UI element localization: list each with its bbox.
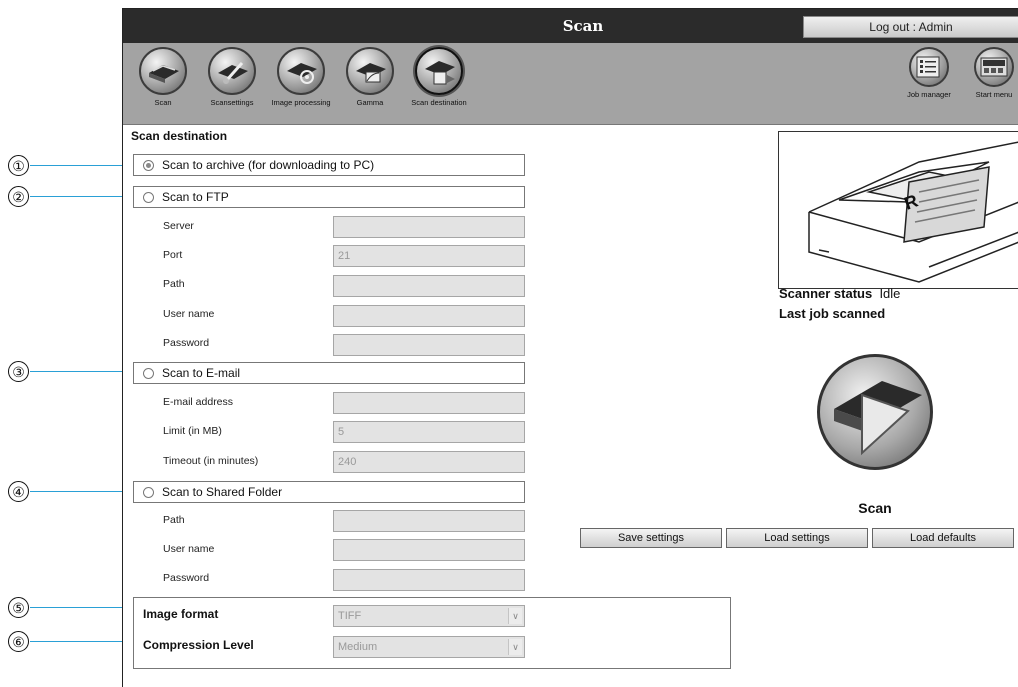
radio-shared-folder[interactable] — [143, 487, 154, 498]
callout-line — [30, 371, 134, 372]
toolbar-image-processing[interactable]: Image processing — [268, 47, 334, 107]
callout-1: ① — [0, 155, 134, 179]
shared-password-label: Password — [163, 572, 210, 584]
shared-password-field[interactable] — [333, 569, 525, 591]
title-bar: Scan Log out : Admin — [123, 9, 1018, 43]
chevron-down-icon: ∨ — [508, 608, 522, 624]
option-label: Scan to Shared Folder — [162, 485, 283, 499]
option-label: Scan to FTP — [162, 190, 229, 204]
email-limit-label: Limit (in MB) — [163, 425, 222, 437]
scanner-status-value: Idle — [879, 286, 901, 301]
email-timeout-label: Timeout (in minutes) — [163, 455, 259, 467]
toolbar-gamma[interactable]: Gamma — [337, 47, 403, 107]
ftp-server-field[interactable] — [333, 216, 525, 238]
callout-6: ⑥ — [0, 631, 134, 655]
chevron-down-icon: ∨ — [508, 639, 522, 655]
callout-3: ③ — [0, 361, 134, 385]
toolbar-scansettings[interactable]: Scansettings — [199, 47, 265, 107]
radio-archive[interactable] — [143, 160, 154, 171]
option-scan-to-archive[interactable]: Scan to archive (for downloading to PC) — [133, 154, 525, 176]
scan-destination-icon — [415, 47, 463, 95]
callout-line — [30, 491, 134, 492]
toolbar-start-menu[interactable]: Start menu — [961, 47, 1018, 99]
email-address-field[interactable] — [333, 392, 525, 414]
scan-button[interactable] — [817, 354, 933, 470]
scanner-status: Scanner status Idle — [779, 286, 900, 301]
ftp-username-label: User name — [163, 308, 215, 320]
shared-username-label: User name — [163, 543, 215, 555]
option-label: Scan to E-mail — [162, 366, 241, 380]
page-title: Scan — [562, 17, 604, 35]
callout-number: ① — [8, 155, 29, 176]
callout-line — [30, 641, 134, 642]
logout-button[interactable]: Log out : Admin — [803, 16, 1018, 38]
toolbar-label: Scan destination — [411, 98, 467, 107]
callout-line — [30, 196, 134, 197]
ftp-password-label: Password — [163, 337, 210, 349]
toolbar-job-manager[interactable]: Job manager — [896, 47, 962, 99]
main-toolbar: Scan Scansettings Image processing Gamma… — [123, 43, 1018, 125]
callout-number: ⑤ — [8, 597, 29, 618]
option-scan-to-ftp[interactable]: Scan to FTP — [133, 186, 525, 208]
callout-5: ⑤ — [0, 597, 134, 621]
scan-label: Scan — [858, 500, 892, 516]
scanner-status-label: Scanner status — [779, 286, 873, 301]
callout-number: ④ — [8, 481, 29, 502]
section-title: Scan destination — [131, 129, 228, 143]
scanner-icon — [139, 47, 187, 95]
toolbar-scan[interactable]: Scan — [130, 47, 196, 107]
ftp-port-field[interactable]: 21 — [333, 245, 525, 267]
email-address-label: E-mail address — [163, 396, 234, 408]
scanner-preview-image: R — [778, 131, 1018, 289]
email-limit-field[interactable]: 5 — [333, 421, 525, 443]
compression-level-select[interactable]: Medium ∨ — [333, 636, 525, 658]
option-scan-to-email[interactable]: Scan to E-mail — [133, 362, 525, 384]
toolbar-label: Scansettings — [210, 98, 254, 107]
toolbar-label: Start menu — [975, 90, 1013, 99]
callout-2: ② — [0, 186, 134, 210]
callout-line — [30, 165, 134, 166]
toolbar-scan-destination[interactable]: Scan destination — [406, 47, 472, 107]
image-format-value: TIFF — [338, 610, 362, 622]
scanner-app-window: Scan Log out : Admin Scan Scansettings I… — [122, 8, 1018, 687]
callout-line — [30, 607, 134, 608]
image-format-select[interactable]: TIFF ∨ — [333, 605, 525, 627]
last-job-label: Last job scanned — [779, 306, 886, 321]
ftp-path-label: Path — [163, 278, 185, 290]
radio-email[interactable] — [143, 368, 154, 379]
ftp-server-label: Server — [163, 220, 194, 232]
load-defaults-button[interactable]: Load defaults — [872, 528, 1014, 548]
shared-path-field[interactable] — [333, 510, 525, 532]
ftp-username-field[interactable] — [333, 305, 525, 327]
email-timeout-field[interactable]: 240 — [333, 451, 525, 473]
ftp-password-field[interactable] — [333, 334, 525, 356]
image-processing-icon — [277, 47, 325, 95]
radio-ftp[interactable] — [143, 192, 154, 203]
compression-level-value: Medium — [338, 641, 378, 653]
toolbar-label: Job manager — [907, 90, 951, 99]
scan-play-icon — [834, 381, 922, 456]
callout-number: ③ — [8, 361, 29, 382]
option-label: Scan to archive (for downloading to PC) — [162, 158, 375, 172]
toolbar-label: Image processing — [271, 98, 331, 107]
toolbar-label: Scan — [154, 98, 172, 107]
load-settings-button[interactable]: Load settings — [726, 528, 868, 548]
compression-level-label: Compression Level — [143, 638, 254, 652]
ftp-port-label: Port — [163, 249, 183, 261]
shared-path-label: Path — [163, 514, 185, 526]
start-menu-icon — [974, 47, 1014, 87]
scan-settings-icon — [208, 47, 256, 95]
callout-number: ② — [8, 186, 29, 207]
callout-number: ⑥ — [8, 631, 29, 652]
callout-4: ④ — [0, 481, 134, 505]
shared-username-field[interactable] — [333, 539, 525, 561]
option-scan-to-shared-folder[interactable]: Scan to Shared Folder — [133, 481, 525, 503]
ftp-path-field[interactable] — [333, 275, 525, 297]
toolbar-label: Gamma — [356, 98, 384, 107]
image-format-label: Image format — [143, 607, 219, 621]
save-settings-button[interactable]: Save settings — [580, 528, 722, 548]
gamma-icon — [346, 47, 394, 95]
job-manager-icon — [909, 47, 949, 87]
